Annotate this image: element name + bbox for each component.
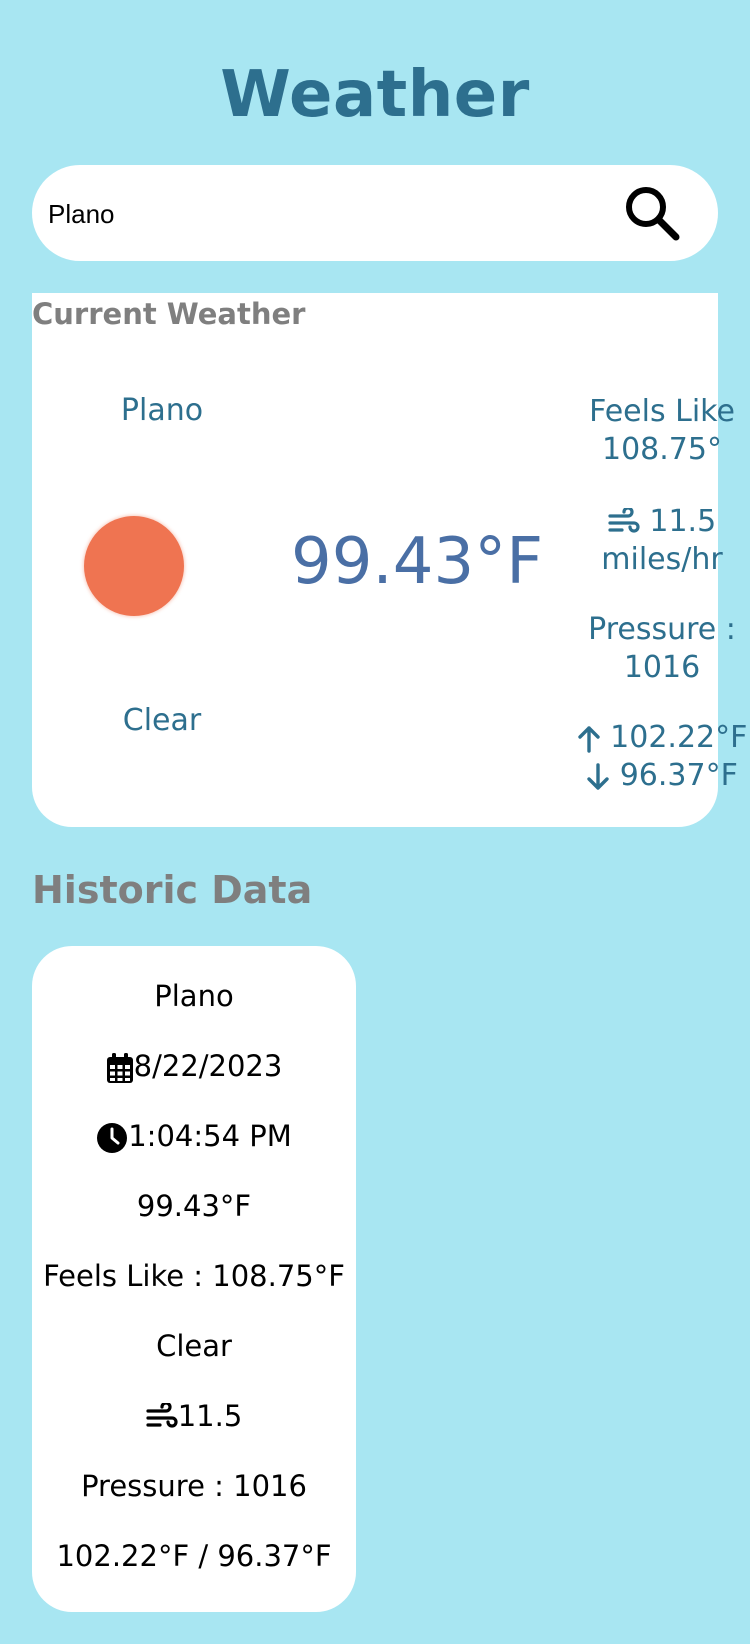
calendar-icon	[106, 1053, 133, 1083]
history-temp-range: 102.22°F / 96.37°F	[56, 1539, 332, 1573]
feels-like-label: Feels Like	[589, 394, 735, 429]
history-card: Plano 8/22/2023 1:04:54 PM 99.43°F Feels…	[32, 946, 356, 1612]
history-feels-like: Feels Like : 108.75°F	[43, 1259, 345, 1293]
history-time-row: 1:04:54 PM	[32, 1116, 356, 1186]
search-bar	[32, 165, 718, 261]
history-temperature: 99.43°F	[136, 1189, 252, 1223]
wind-icon	[146, 1403, 178, 1428]
wind-unit: miles/hr	[601, 542, 723, 577]
pressure: Pressure : 1016	[542, 611, 750, 687]
clock-icon	[97, 1123, 128, 1153]
arrow-down-icon	[587, 762, 609, 790]
current-condition: Clear	[122, 703, 202, 738]
feels-like: Feels Like 108.75°	[542, 393, 750, 469]
history-entry: Plano 8/22/2023 1:04:54 PM 99.43°F Feels…	[32, 976, 356, 1606]
history-time: 1:04:54 PM	[128, 1119, 292, 1153]
min-max-temperature: 102.22°F 96.37°F	[542, 719, 750, 795]
wind-icon	[608, 507, 640, 533]
history-wind-row: 11.5	[32, 1396, 356, 1466]
max-temperature: 102.22°F	[610, 720, 748, 755]
search-button[interactable]	[622, 183, 682, 243]
feels-like-value: 108.75°	[602, 432, 722, 467]
current-temperature: 99.43°F	[290, 525, 544, 599]
history-pressure: Pressure : 1016	[81, 1469, 307, 1503]
wind: 11.5 miles/hr	[542, 503, 750, 579]
pressure-label: Pressure :	[588, 612, 736, 647]
current-weather-card: Current Weather Plano Clear 99.43°F Feel…	[32, 293, 747, 827]
search-input[interactable]	[46, 191, 610, 237]
app-title: Weather	[220, 58, 530, 132]
current-city: Plano	[120, 393, 204, 428]
history-date-row: 8/22/2023	[32, 1046, 356, 1116]
arrow-up-icon	[577, 725, 600, 753]
history-date: 8/22/2023	[133, 1049, 283, 1083]
pressure-value: 1016	[623, 650, 701, 685]
sun-icon	[84, 516, 184, 616]
search-icon	[626, 187, 680, 241]
history-wind: 11.5	[177, 1399, 243, 1433]
wind-speed: 11.5	[649, 504, 717, 539]
historic-data-heading: Historic Data	[32, 868, 313, 912]
history-condition: Clear	[156, 1329, 232, 1363]
current-weather-heading: Current Weather	[32, 297, 306, 331]
min-temperature: 96.37°F	[619, 758, 738, 793]
history-city: Plano	[154, 979, 234, 1013]
